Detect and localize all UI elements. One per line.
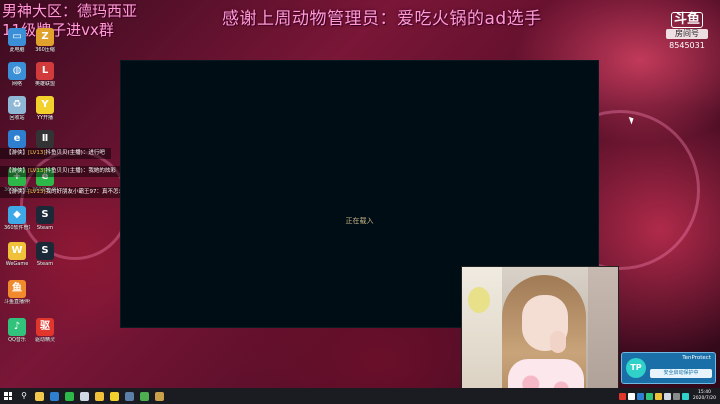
- desktop-icon[interactable]: ▭ 此电脑: [4, 28, 30, 54]
- desktop-icon-label: WeGame: [5, 261, 29, 267]
- app-icon: 鱼: [8, 280, 26, 298]
- desktop-icon-label: 此电脑: [9, 47, 25, 53]
- desktop-icon-label: Steam: [36, 261, 54, 267]
- desktop-icon[interactable]: 驱驱动精灵: [32, 318, 58, 344]
- desktop-icon[interactable]: Ⅱ: [32, 130, 58, 149]
- taskbar-steam-icon[interactable]: [122, 388, 137, 404]
- desktop-icon[interactable]: L 英雄联盟: [32, 62, 58, 88]
- taskbar-league-client-icon[interactable]: [152, 388, 167, 404]
- room-label: 房间号: [666, 29, 708, 39]
- douyu-logo: 斗鱼: [670, 12, 703, 28]
- desktop-icon[interactable]: Z 360压缩: [32, 28, 58, 54]
- app-icon: ◆: [8, 206, 26, 224]
- desktop-icon-label: QQ音乐: [8, 337, 26, 343]
- chat-user: 抖鱼贝贝(主播)：: [45, 150, 89, 156]
- chat-message: 【游侠】[LV13]抖鱼贝贝(主播)：我她的炫彩: [0, 166, 122, 177]
- search-icon[interactable]: ⚲: [16, 388, 32, 404]
- chat-level: [LV13]: [28, 150, 46, 156]
- desktop-icon-label: 360软件管家: [4, 225, 30, 231]
- desktop-icon[interactable]: S Steam: [32, 242, 58, 268]
- desktop-icon-label: 斗鱼直播伴侣: [4, 299, 30, 305]
- app-icon: ♻: [8, 96, 26, 114]
- desktop-icon[interactable]: W WeGame: [4, 242, 30, 268]
- taskbar: ⚲ 15:40 2020/7/20: [0, 388, 720, 404]
- app-icon: W: [8, 242, 26, 260]
- taskbar-qq-icon[interactable]: [77, 388, 92, 404]
- app-icon: S: [36, 206, 54, 224]
- chat-text: 进行吧: [88, 150, 105, 156]
- desktop-icon[interactable]: ◍ 网络: [4, 62, 30, 88]
- desktop-icon[interactable]: 鱼斗鱼直播伴侣: [4, 280, 30, 306]
- desktop-icon-label: 驱动精灵: [34, 337, 55, 343]
- desktop-icon-label: YY开播: [36, 115, 54, 121]
- chat-message: 【游侠】[LV13]我的好朋友小霸王97：真不怎么样: [0, 187, 136, 198]
- app-icon: Y: [36, 96, 54, 114]
- app-icon: Ⅱ: [36, 130, 54, 148]
- chat-prefix: 【游侠】: [6, 150, 29, 156]
- chat-level: [LV13]: [28, 168, 46, 174]
- desktop-icon-label: 英雄联盟: [34, 81, 55, 87]
- app-icon: ◍: [8, 62, 26, 80]
- chat-prefix: 【游侠】: [6, 168, 29, 174]
- overlay-thanks-banner: 感谢上周动物管理员：爱吃火锅的ad选手: [222, 9, 542, 29]
- desktop-icon-label: 网络: [11, 81, 22, 87]
- chat-prefix: 【游侠】: [6, 189, 29, 195]
- taskbar-apps: [32, 388, 167, 404]
- start-button[interactable]: [0, 388, 16, 404]
- notification-message: 安全启动保护中: [650, 369, 712, 378]
- tray-icon[interactable]: [654, 392, 662, 400]
- taskbar-yy-icon[interactable]: [107, 388, 122, 404]
- windows-icon: [4, 392, 12, 400]
- tray-icon[interactable]: [672, 392, 680, 400]
- tray-icon[interactable]: [636, 392, 644, 400]
- taskbar-file-explorer-icon[interactable]: [32, 388, 47, 404]
- desktop-icon[interactable]: S Steam: [32, 206, 58, 232]
- desktop-icon-label: 回收站: [9, 115, 25, 121]
- desktop-icon[interactable]: ◆360软件管家: [4, 206, 30, 232]
- tray-icon[interactable]: [627, 392, 635, 400]
- tray-icon[interactable]: [645, 392, 653, 400]
- tenprotect-notification[interactable]: TP TenProtect 安全启动保护中: [621, 352, 716, 384]
- desktop-icon[interactable]: ♻ 回收站: [4, 96, 30, 122]
- chat-level: [LV13]: [28, 189, 46, 195]
- tray-icon[interactable]: [681, 392, 689, 400]
- taskbar-app-green-icon[interactable]: [137, 388, 152, 404]
- clock-date: 2020/7/20: [692, 396, 716, 401]
- webcam-feed: [461, 266, 619, 404]
- app-icon: ▭: [8, 28, 26, 46]
- chat-user: 我的好朋友小霸王97：: [45, 189, 103, 195]
- taskbar-wegame-icon[interactable]: [92, 388, 107, 404]
- room-id: 8545031: [669, 41, 705, 50]
- app-icon: L: [36, 62, 54, 80]
- desktop-icon-label: Steam: [36, 225, 54, 231]
- notification-title: TenProtect: [682, 355, 711, 361]
- loading-text: 正在载入: [345, 217, 374, 225]
- desktop-icon[interactable]: ♪ QQ音乐: [4, 318, 30, 344]
- overlay-line-1: 男神大区：德玛西亚: [2, 2, 138, 20]
- tray-icon[interactable]: [663, 392, 671, 400]
- system-clock[interactable]: 15:40 2020/7/20: [693, 390, 716, 402]
- desktop-icon[interactable]: Y YY开播: [32, 96, 58, 122]
- app-icon: S: [36, 242, 54, 260]
- app-icon: Z: [36, 28, 54, 46]
- tenprotect-icon: TP: [626, 358, 646, 378]
- app-icon: 驱: [36, 318, 54, 336]
- system-tray: 15:40 2020/7/20: [618, 388, 716, 404]
- chat-message: 【游侠】[LV13]抖鱼贝贝(主播)：进行吧: [0, 148, 111, 159]
- desktop-icon[interactable]: e: [4, 130, 30, 149]
- douyu-watermark: 斗鱼 房间号 8545031: [666, 8, 708, 50]
- taskbar-360-browser-icon[interactable]: [62, 388, 77, 404]
- chat-user: 抖鱼贝贝(主播)：: [45, 168, 89, 174]
- app-icon: e: [8, 130, 26, 148]
- taskbar-edge-icon[interactable]: [47, 388, 62, 404]
- app-icon: ♪: [8, 318, 26, 336]
- chat-text: 我她的炫彩: [88, 168, 116, 174]
- desktop-icon-label: 360压缩: [35, 47, 55, 53]
- tray-icon[interactable]: [618, 392, 626, 400]
